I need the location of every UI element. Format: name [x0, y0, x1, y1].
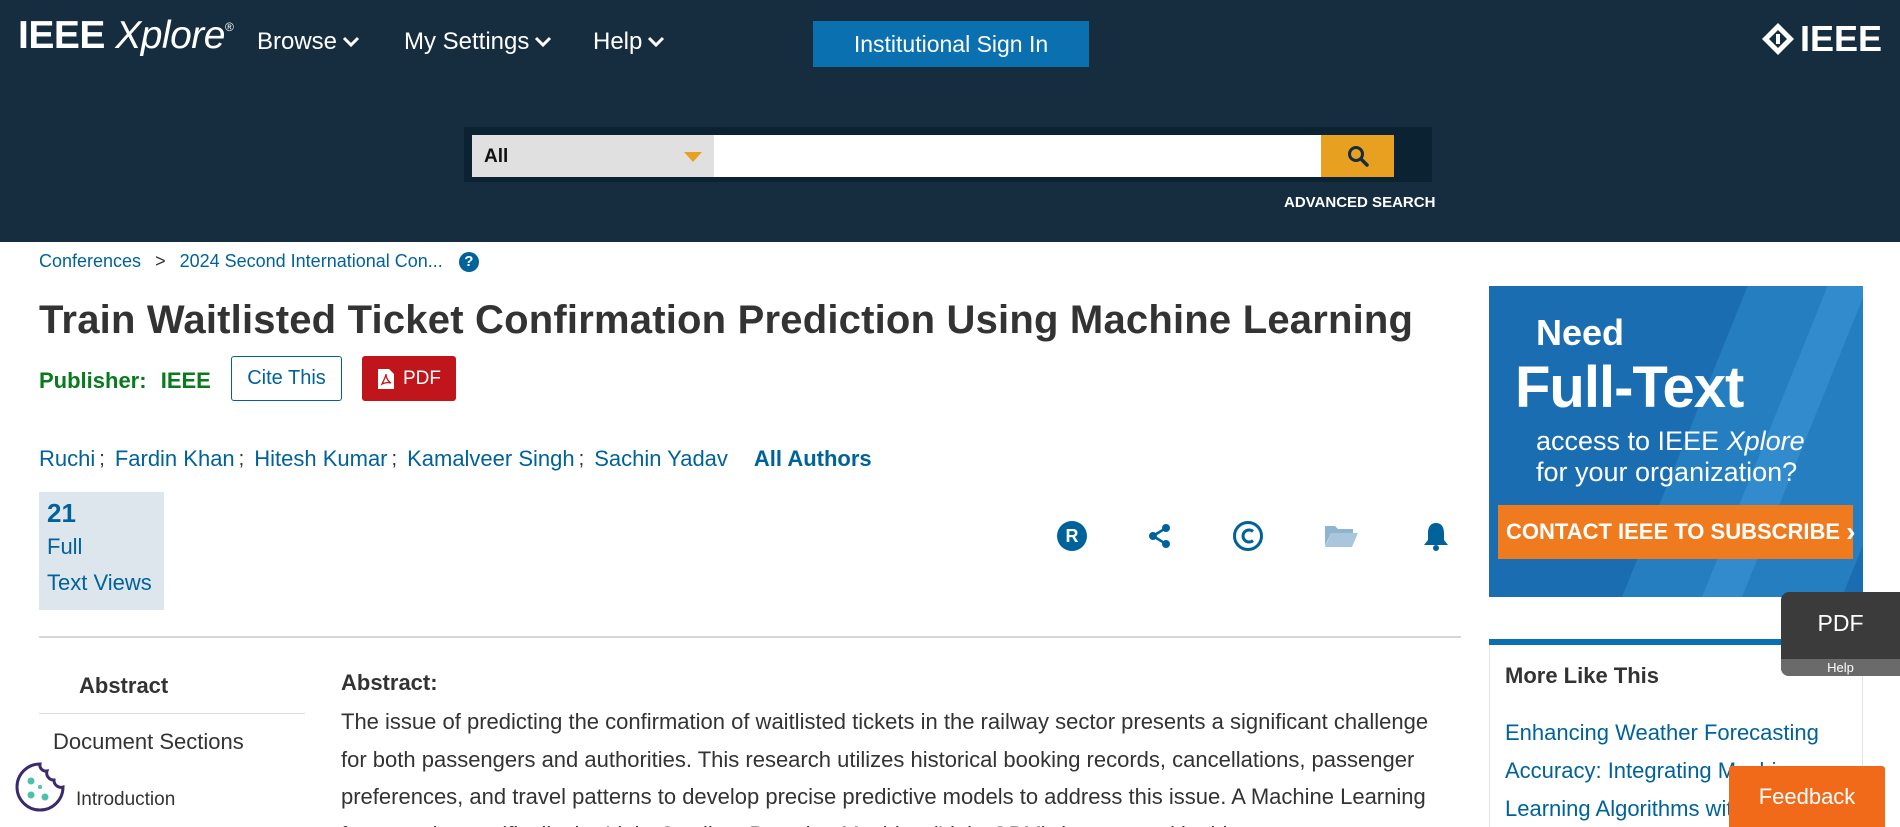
cookie-preferences-button[interactable] — [14, 761, 66, 813]
page-title: Train Waitlisted Ticket Confirmation Pre… — [39, 298, 1414, 342]
left-nav-abstract[interactable]: Abstract — [79, 673, 168, 699]
search-input[interactable] — [714, 135, 1321, 177]
author-link[interactable]: Sachin Yadav — [594, 446, 728, 472]
ieee-xplore-logo[interactable]: IEEE Xplore® — [18, 14, 234, 58]
search-icon — [1347, 146, 1369, 167]
abstract-heading: Abstract: — [341, 670, 438, 695]
author-separator: ; — [578, 447, 585, 470]
rights-permissions-button[interactable]: R — [1054, 518, 1090, 554]
metric-count: 21 — [47, 498, 76, 528]
author-link[interactable]: Ruchi — [39, 446, 95, 472]
copyright-icon — [1233, 521, 1263, 551]
ad-access-text: access to IEEE Xplore for your organizat… — [1536, 426, 1805, 488]
ad-full-text-heading: Full-Text — [1515, 355, 1744, 420]
logo-sub: Xplore — [115, 14, 225, 57]
ad-access-xplore: Xplore — [1726, 426, 1805, 456]
ieee-diamond-icon — [1761, 23, 1794, 55]
left-nav-introduction[interactable]: Introduction — [76, 789, 175, 811]
contact-ieee-subscribe-button[interactable]: CONTACT IEEE TO SUBSCRIBE › — [1498, 505, 1856, 559]
nav-my-settings-label: My Settings — [404, 28, 530, 55]
publisher-value: IEEE — [160, 368, 211, 393]
share-icon — [1149, 524, 1170, 548]
cookie-icon — [15, 762, 65, 812]
publisher-label: Publisher: — [39, 368, 147, 393]
metric-label-line2: Text Views — [47, 570, 152, 595]
full-text-views-metric[interactable]: 21 Full Text Views — [39, 492, 164, 610]
pdf-button-label: PDF — [403, 367, 441, 389]
chevron-right-icon: › — [1846, 516, 1856, 547]
nav-browse[interactable]: Browse — [257, 28, 361, 56]
logo-main: IEEE — [18, 14, 105, 57]
institutional-sign-in-button[interactable]: Institutional Sign In — [813, 21, 1089, 67]
breadcrumb-conferences[interactable]: Conferences — [39, 251, 141, 272]
pdf-file-icon — [378, 368, 394, 389]
more-like-this-heading: More Like This — [1505, 663, 1660, 688]
left-nav-document-sections[interactable]: Document Sections — [53, 729, 244, 755]
abstract-text: The issue of predicting the confirmation… — [341, 709, 1429, 827]
publisher: Publisher: IEEE — [39, 368, 211, 394]
save-to-folder-button[interactable] — [1323, 518, 1359, 554]
chevron-down-icon — [535, 36, 552, 48]
author-link[interactable]: Fardin Khan — [115, 446, 235, 472]
cta-label: CONTACT IEEE TO SUBSCRIBE — [1506, 519, 1841, 544]
author-link[interactable]: Hitesh Kumar — [254, 446, 387, 472]
bell-icon — [1424, 523, 1448, 551]
author-list: Ruchi; Fardin Khan; Hitesh Kumar; Kamalv… — [39, 446, 872, 472]
floating-pdf-label: PDF — [1817, 610, 1864, 636]
ad-need-text: Need — [1536, 312, 1625, 353]
section-divider — [39, 636, 1461, 638]
folder-icon — [1325, 526, 1358, 547]
logo-registered: ® — [224, 20, 234, 34]
full-text-ad-banner[interactable]: Need Full-Text access to IEEE Xplore for… — [1489, 286, 1863, 597]
nav-help[interactable]: Help — [593, 28, 666, 56]
search-button[interactable] — [1321, 135, 1394, 177]
author-separator: ; — [99, 447, 105, 470]
nav-browse-label: Browse — [257, 28, 338, 55]
copyright-button[interactable] — [1230, 518, 1266, 554]
alerts-button[interactable] — [1418, 518, 1454, 554]
svg-text:R: R — [1066, 526, 1079, 546]
rights-icon: R — [1057, 521, 1087, 551]
left-nav-divider — [39, 713, 305, 714]
breadcrumb-separator: > — [155, 251, 166, 271]
feedback-button[interactable]: Feedback — [1729, 766, 1885, 827]
cite-this-button[interactable]: Cite This — [231, 356, 342, 401]
ieee-logo-text: IEEE — [1799, 18, 1882, 59]
share-button[interactable] — [1142, 518, 1178, 554]
floating-pdf-button[interactable]: PDF Help — [1781, 592, 1900, 676]
caret-down-icon — [684, 152, 702, 162]
chevron-down-icon — [648, 36, 665, 48]
pdf-button[interactable]: PDF — [362, 356, 456, 401]
chevron-down-icon — [342, 36, 360, 48]
ad-access-line2: for your organization? — [1536, 457, 1798, 487]
ieee-logo[interactable]: IEEE — [1760, 18, 1882, 60]
nav-my-settings[interactable]: My Settings — [404, 28, 553, 56]
author-separator: ; — [391, 447, 398, 470]
help-icon[interactable]: ? — [458, 251, 479, 272]
site-header: IEEE Xplore® Browse My Settings Help Ins… — [0, 0, 1900, 242]
floating-help-label[interactable]: Help — [1781, 659, 1900, 676]
all-authors-link[interactable]: All Authors — [754, 446, 872, 472]
search-scope-value: All — [484, 146, 509, 167]
breadcrumb-conference-name[interactable]: 2024 Second International Con... — [180, 251, 443, 272]
metric-label-line1: Full — [47, 534, 83, 559]
ad-access-prefix: access to IEEE — [1536, 426, 1727, 456]
author-separator: ; — [238, 447, 245, 470]
nav-help-label: Help — [593, 28, 643, 55]
advanced-search-link[interactable]: ADVANCED SEARCH — [1284, 194, 1435, 211]
author-link[interactable]: Kamalveer Singh — [407, 446, 575, 472]
search-bar: All — [464, 127, 1432, 182]
breadcrumb: Conferences > 2024 Second International … — [39, 251, 479, 272]
search-scope-select[interactable]: All — [472, 135, 714, 177]
